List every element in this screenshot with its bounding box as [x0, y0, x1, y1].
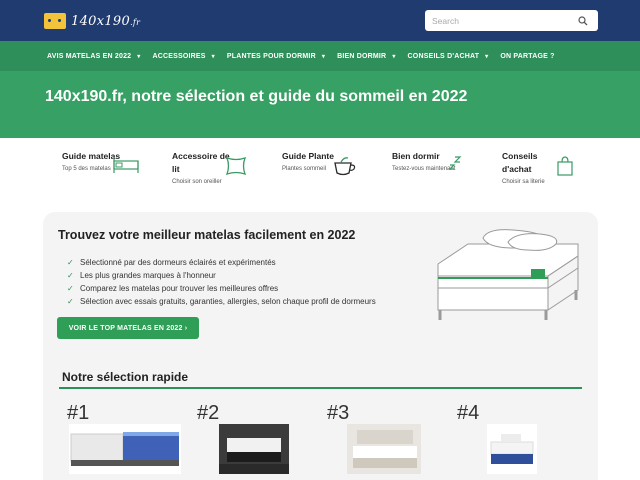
search-input[interactable]	[425, 11, 575, 30]
nav-item-conseils-achat[interactable]: CONSEILS D'ACHAT ▾	[408, 53, 489, 60]
nav-label: AVIS MATELAS EN 2022	[47, 52, 132, 60]
pillow-icon	[224, 155, 248, 181]
category-row: Guide matelas Top 5 des matelas Accessoi…	[0, 150, 640, 200]
pick-card[interactable]: #4	[457, 402, 537, 474]
nav-label: ACCESSOIRES	[152, 52, 206, 60]
sleep-zzz-icon	[446, 155, 464, 177]
chevron-down-icon: ▾	[211, 53, 215, 60]
top-matelas-button[interactable]: VOIR LE TOP MATELAS EN 2022 ›	[57, 317, 199, 339]
bed-illustration	[428, 226, 588, 334]
mattress-image	[487, 424, 537, 478]
bed-frame-image	[347, 424, 421, 478]
nav-item-accessoires[interactable]: ACCESSOIRES ▾	[152, 53, 214, 60]
bullet-text: Sélectionné par des dormeurs éclairés et…	[80, 258, 276, 267]
selection-title: Notre sélection rapide	[62, 370, 189, 384]
nav-item-on-partage[interactable]: ON PARTAGE ?	[500, 53, 554, 60]
logo-icon	[44, 13, 66, 29]
site-logo[interactable]: 140x190.fr	[44, 11, 140, 31]
bullet-text: Sélection avec essais gratuits, garantie…	[80, 297, 376, 306]
logo-text: 140x190	[71, 13, 131, 29]
search-icon[interactable]	[575, 13, 591, 29]
mattress-image	[69, 424, 181, 478]
chevron-down-icon: ▾	[321, 53, 326, 60]
category-title: Bien dormir	[392, 151, 440, 161]
category-conseils-achat[interactable]: Conseils d'achat Choisir sa literie	[502, 150, 612, 198]
list-item: ✓ Sélection avec essais gratuits, garanti…	[67, 295, 376, 308]
promo-title: Trouvez votre meilleur matelas facilemen…	[58, 228, 356, 242]
promo-card: Trouvez votre meilleur matelas facilemen…	[43, 212, 598, 480]
hero-banner: 140x190.fr, notre sélection et guide du …	[0, 71, 640, 138]
mattress-image	[219, 424, 289, 478]
pick-rank: #2	[197, 402, 220, 424]
top-header: 140x190.fr	[0, 0, 640, 41]
list-item: ✓ Comparez les matelas pour trouver les m…	[67, 282, 376, 295]
list-item: ✓ Sélectionné par des dormeurs éclairés e…	[67, 256, 376, 269]
nav-item-plantes[interactable]: PLANTES POUR DORMIR ▾	[227, 53, 325, 60]
nav-item-avis-matelas[interactable]: AVIS MATELAS EN 2022 ▾	[47, 53, 140, 60]
chevron-down-icon: ▾	[485, 53, 489, 60]
list-item: ✓ Les plus grandes marques à l'honneur	[67, 269, 376, 282]
category-bien-dormir[interactable]: Bien dormir Testez-vous maintenant	[392, 150, 502, 198]
bullet-text: Les plus grandes marques à l'honneur	[80, 271, 216, 280]
check-icon: ✓	[67, 284, 74, 293]
page-title: 140x190.fr, notre sélection et guide du …	[45, 88, 468, 105]
bed-icon	[112, 155, 140, 179]
nav-label: PLANTES POUR DORMIR	[226, 52, 316, 60]
category-guide-matelas[interactable]: Guide matelas Top 5 des matelas	[62, 150, 172, 198]
category-title: Accessoire de lit	[172, 151, 230, 174]
check-icon: ✓	[67, 297, 74, 306]
check-icon: ✓	[67, 271, 74, 280]
pick-card[interactable]: #1	[67, 402, 181, 474]
nav-label: CONSEILS D'ACHAT	[407, 52, 480, 60]
pick-card[interactable]: #3	[327, 402, 421, 474]
bullet-text: Comparez les matelas pour trouver les me…	[80, 284, 279, 293]
tea-cup-icon	[332, 155, 358, 181]
search-box	[425, 10, 598, 31]
category-accessoire[interactable]: Accessoire de lit Choisir son oreiller	[172, 150, 282, 198]
pick-rank: #4	[457, 402, 480, 424]
shopping-bag-icon	[556, 155, 574, 181]
category-guide-plante[interactable]: Guide Plante Plantes sommeil	[282, 150, 392, 198]
nav-label: BIEN DORMIR	[337, 52, 387, 60]
promo-bullets: ✓ Sélectionné par des dormeurs éclairés e…	[67, 256, 376, 308]
check-icon: ✓	[67, 258, 74, 267]
pick-rank: #1	[67, 402, 90, 424]
pick-rank: #3	[327, 402, 350, 424]
chevron-down-icon: ▾	[392, 53, 396, 60]
logo-tld: .fr	[130, 17, 141, 27]
nav-item-bien-dormir[interactable]: BIEN DORMIR ▾	[337, 53, 395, 60]
pick-card[interactable]: #2	[197, 402, 289, 474]
category-title: Conseils d'achat	[502, 151, 538, 174]
main-nav: AVIS MATELAS EN 2022 ▾ ACCESSOIRES ▾ PLANT…	[0, 41, 640, 71]
nav-label: ON PARTAGE ?	[500, 52, 555, 60]
section-divider	[59, 387, 582, 389]
chevron-down-icon: ▾	[137, 53, 141, 60]
